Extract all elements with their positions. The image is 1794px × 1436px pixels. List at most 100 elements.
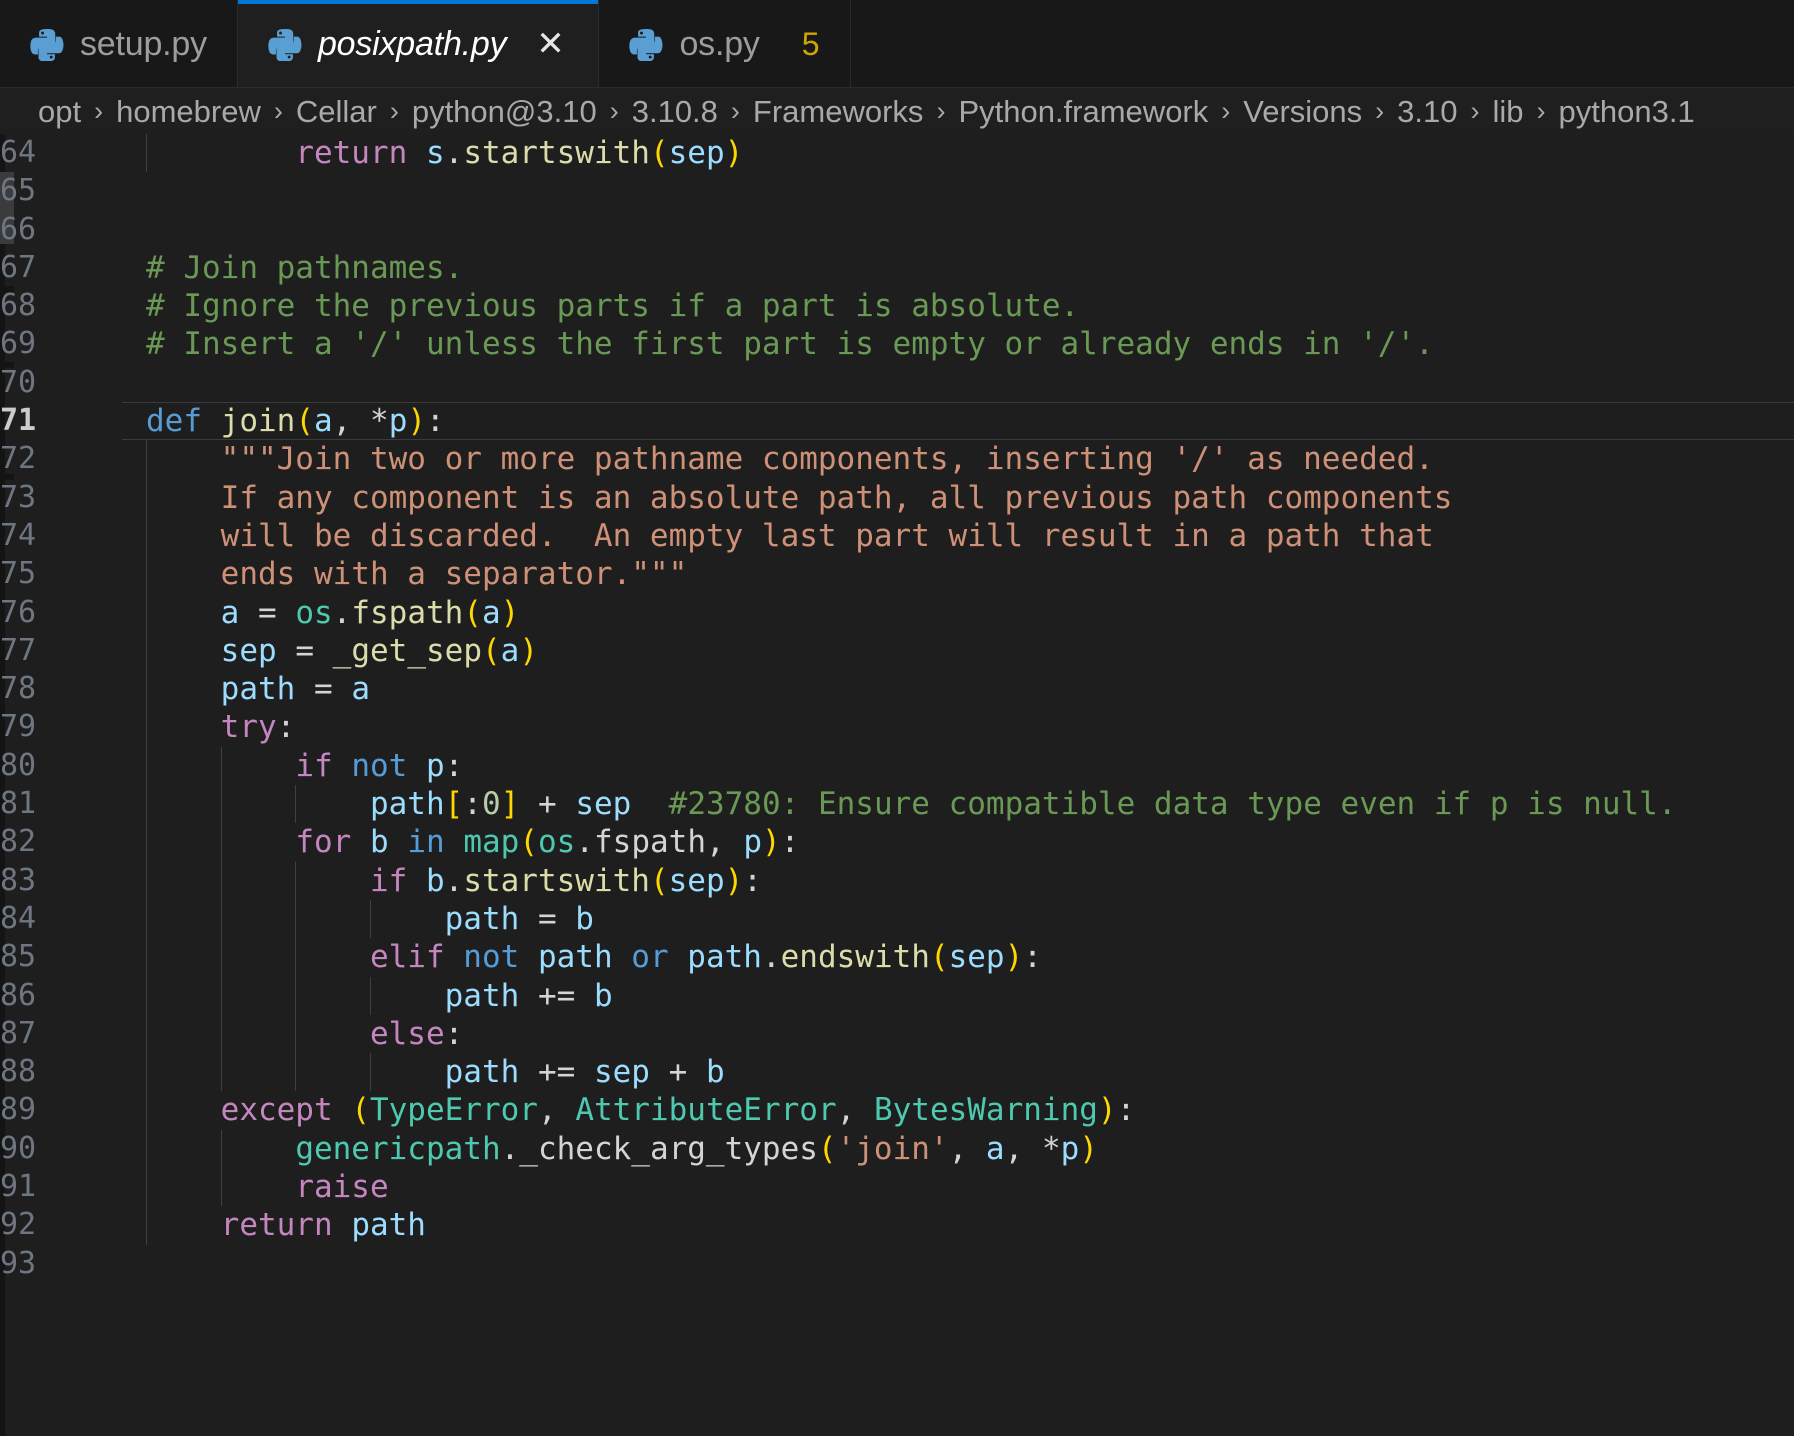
- gutter-row[interactable]: 64: [0, 134, 122, 172]
- tab-os-py[interactable]: os.py 5: [599, 0, 851, 87]
- gutter-row[interactable]: 83: [0, 862, 122, 900]
- line-number-gutter: 64 65 66 67 68 69 70 71 72 73 74 75 76 77 78 79 80 81 82 83…: [0, 134, 122, 1436]
- code-row[interactable]: [122, 364, 1794, 402]
- code-row[interactable]: If any component is an absolute path, al…: [122, 478, 1794, 517]
- code-row[interactable]: for b in map(os.fspath, p):: [122, 823, 1794, 862]
- code-row[interactable]: path = a: [122, 670, 1794, 709]
- code-row[interactable]: path = b: [122, 899, 1794, 939]
- breadcrumb-separator-icon: ›: [273, 95, 283, 126]
- code-row[interactable]: # Ignore the previous parts if a part is…: [122, 287, 1794, 325]
- tab-error-count-badge: 5: [801, 25, 820, 62]
- code-row[interactable]: else:: [122, 1014, 1794, 1054]
- code-row[interactable]: return s.startswith(sep): [122, 134, 1794, 173]
- gutter-row[interactable]: 76: [0, 594, 122, 632]
- breadcrumb-item-4[interactable]: 3.10.8: [632, 96, 718, 127]
- code-row[interactable]: [122, 1245, 1794, 1283]
- code-row[interactable]: # Join pathnames.: [122, 249, 1794, 287]
- code-row[interactable]: return path: [122, 1206, 1794, 1245]
- code-text: if not p:: [295, 747, 464, 784]
- gutter-row[interactable]: 65: [0, 172, 122, 210]
- code-row[interactable]: raise: [122, 1168, 1794, 1207]
- line-number: 78: [0, 671, 37, 707]
- line-number: 91: [0, 1169, 37, 1205]
- code-text: if b.startswith(sep):: [369, 862, 762, 899]
- gutter-row[interactable]: 70: [0, 364, 122, 402]
- breadcrumb-item-1[interactable]: homebrew: [116, 96, 261, 127]
- breadcrumb-separator-icon: ›: [1536, 95, 1546, 126]
- breadcrumb-item-0[interactable]: opt: [38, 96, 81, 127]
- code-row[interactable]: def join(a, *p):: [122, 402, 1794, 441]
- code-row[interactable]: path += sep + b: [122, 1053, 1794, 1092]
- gutter-row[interactable]: 78: [0, 670, 122, 708]
- gutter-row[interactable]: 84: [0, 900, 122, 938]
- gutter-row[interactable]: 66: [0, 211, 122, 249]
- tab-label: posixpath.py: [317, 24, 507, 63]
- gutter-row[interactable]: 67: [0, 249, 122, 287]
- gutter-row[interactable]: 71: [0, 402, 122, 440]
- gutter-row[interactable]: 86: [0, 977, 122, 1015]
- gutter-row[interactable]: 69: [0, 325, 122, 363]
- code-row[interactable]: # Insert a '/' unless the first part is …: [122, 325, 1794, 363]
- code-row[interactable]: try:: [122, 708, 1794, 747]
- gutter-row[interactable]: 75: [0, 555, 122, 593]
- gutter-row[interactable]: 68: [0, 287, 122, 325]
- breadcrumb[interactable]: opt › homebrew › Cellar › python@3.10 › 3.10.8 › F…: [0, 88, 1794, 134]
- gutter-row[interactable]: 73: [0, 479, 122, 517]
- gutter-row[interactable]: 90: [0, 1130, 122, 1168]
- line-number: 86: [0, 977, 37, 1013]
- line-number: 85: [0, 939, 37, 975]
- code-editor[interactable]: 64 65 66 67 68 69 70 71 72 73 74 75 76 77 78 79 80 81 82 83…: [0, 134, 1794, 1436]
- breadcrumb-item-2[interactable]: Cellar: [296, 96, 377, 127]
- breadcrumb-separator-icon: ›: [389, 95, 399, 126]
- gutter-row[interactable]: 79: [0, 708, 122, 746]
- code-row[interactable]: path += b: [122, 976, 1794, 1015]
- breadcrumb-item-5[interactable]: Frameworks: [753, 96, 924, 127]
- breadcrumb-separator-icon: ›: [936, 95, 946, 126]
- code-row[interactable]: if not p:: [122, 746, 1794, 786]
- gutter-row[interactable]: 80: [0, 747, 122, 785]
- gutter-row[interactable]: 82: [0, 823, 122, 861]
- code-row[interactable]: """Join two or more pathname components,…: [122, 440, 1794, 479]
- breadcrumb-item-8[interactable]: 3.10: [1397, 96, 1457, 127]
- code-row[interactable]: ends with a separator.""": [122, 555, 1794, 594]
- code-text: for b in map(os.fspath, p):: [295, 824, 800, 861]
- code-row[interactable]: a = os.fspath(a): [122, 593, 1794, 632]
- gutter-row[interactable]: 77: [0, 632, 122, 670]
- line-number: 84: [0, 900, 37, 936]
- code-row[interactable]: elif not path or path.endswith(sep):: [122, 938, 1794, 977]
- gutter-row[interactable]: 72: [0, 440, 122, 478]
- code-row[interactable]: will be discarded. An empty last part wi…: [122, 516, 1794, 556]
- tab-setup-py[interactable]: setup.py: [0, 0, 238, 87]
- close-icon[interactable]: ✕: [532, 26, 568, 62]
- breadcrumb-item-3[interactable]: python@3.10: [412, 96, 597, 127]
- gutter-row[interactable]: 85: [0, 938, 122, 976]
- code-text: return s.startswith(sep): [295, 135, 744, 171]
- gutter-row[interactable]: 93: [0, 1245, 122, 1283]
- breadcrumb-item-9[interactable]: lib: [1493, 96, 1524, 127]
- gutter-row[interactable]: 87: [0, 1015, 122, 1053]
- breadcrumb-item-10[interactable]: python3.1: [1559, 96, 1695, 127]
- gutter-row[interactable]: 81: [0, 785, 122, 823]
- gutter-row[interactable]: 89: [0, 1091, 122, 1129]
- code-text: except (TypeError, AttributeError, Bytes…: [220, 1092, 1136, 1129]
- code-text: raise: [295, 1169, 389, 1206]
- gutter-row[interactable]: 91: [0, 1168, 122, 1206]
- breadcrumb-item-7[interactable]: Versions: [1243, 96, 1362, 127]
- code-row[interactable]: if b.startswith(sep):: [122, 861, 1794, 900]
- breadcrumb-item-6[interactable]: Python.framework: [958, 96, 1208, 127]
- code-row[interactable]: [122, 211, 1794, 249]
- code-row[interactable]: [122, 172, 1794, 210]
- code-row[interactable]: genericpath._check_arg_types('join', a, …: [122, 1129, 1794, 1169]
- line-number: 65: [0, 173, 37, 209]
- code-row[interactable]: path[:0] + sep #23780: Ensure compatible…: [122, 785, 1794, 824]
- gutter-row[interactable]: 74: [0, 517, 122, 555]
- code-row[interactable]: sep = _get_sep(a): [122, 631, 1794, 671]
- code-text: a = os.fspath(a): [220, 594, 520, 631]
- code-row[interactable]: except (TypeError, AttributeError, Bytes…: [122, 1091, 1794, 1130]
- tab-posixpath-py[interactable]: posixpath.py ✕: [237, 0, 600, 87]
- gutter-row[interactable]: 88: [0, 1053, 122, 1091]
- line-number: 71: [0, 403, 37, 439]
- code-content[interactable]: return s.startswith(sep) # Join pathnames…: [122, 134, 1794, 1436]
- code-text: # Ignore the previous parts if a part is…: [146, 288, 1080, 325]
- gutter-row[interactable]: 92: [0, 1206, 122, 1244]
